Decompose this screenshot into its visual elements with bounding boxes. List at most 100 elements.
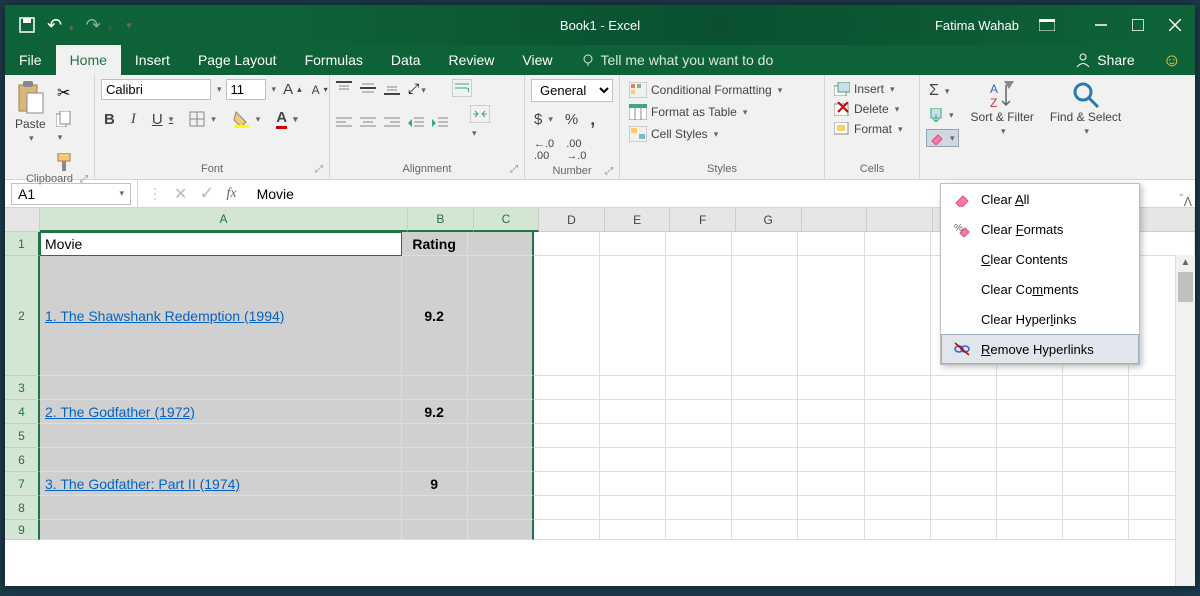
delete-cells-button[interactable]: Delete▾	[831, 101, 902, 117]
cell[interactable]	[468, 520, 534, 540]
cell[interactable]	[1063, 496, 1129, 520]
cell-styles-button[interactable]: Cell Styles▾	[626, 125, 721, 143]
clear-contents-item[interactable]: Clear Contents	[941, 244, 1139, 274]
cell[interactable]	[798, 496, 864, 520]
vertical-scrollbar[interactable]: ▲	[1175, 255, 1195, 586]
undo-icon[interactable]: ↶ ▾	[47, 15, 74, 36]
column-header[interactable]: C	[474, 208, 540, 232]
decrease-decimal-icon[interactable]: .00→.0	[563, 137, 589, 163]
increase-decimal-icon[interactable]: ←.0.00	[531, 137, 557, 163]
align-bottom-icon[interactable]	[384, 80, 400, 96]
cell[interactable]	[798, 376, 864, 400]
row-header[interactable]: 5	[5, 424, 40, 448]
chevron-down-icon[interactable]: ▾	[217, 84, 222, 95]
cell[interactable]	[600, 520, 666, 540]
tab-data[interactable]: Data	[377, 45, 435, 75]
cell[interactable]	[534, 232, 600, 256]
cell[interactable]	[997, 376, 1063, 400]
tab-home[interactable]: Home	[56, 45, 121, 75]
cell[interactable]	[402, 520, 468, 540]
cell[interactable]	[666, 496, 732, 520]
cell[interactable]	[865, 448, 931, 472]
italic-button[interactable]: I	[128, 110, 139, 129]
row-header[interactable]: 1	[5, 232, 40, 256]
cell[interactable]	[468, 496, 534, 520]
cell[interactable]	[600, 232, 666, 256]
number-format-combo[interactable]: General	[531, 79, 613, 102]
cell[interactable]	[732, 256, 798, 376]
cell[interactable]	[666, 472, 732, 496]
cell[interactable]: 9.2	[402, 400, 468, 424]
cell[interactable]	[732, 520, 798, 540]
percent-format-icon[interactable]: %	[562, 110, 581, 129]
cell[interactable]	[931, 472, 997, 496]
cell[interactable]	[732, 232, 798, 256]
cell[interactable]	[468, 424, 534, 448]
cell[interactable]	[468, 376, 534, 400]
clear-comments-item[interactable]: Clear Comments	[941, 274, 1139, 304]
maximize-icon[interactable]	[1132, 19, 1144, 31]
select-all-corner[interactable]	[5, 208, 40, 232]
share-button[interactable]: Share	[1061, 45, 1148, 75]
cell[interactable]	[997, 424, 1063, 448]
cell[interactable]	[865, 472, 931, 496]
comma-format-icon[interactable]: ,	[587, 108, 598, 131]
dialog-launcher-icon[interactable]: ⤢	[315, 164, 323, 175]
cell[interactable]	[666, 424, 732, 448]
cancel-icon[interactable]: ✕	[174, 184, 187, 204]
cell[interactable]	[534, 424, 600, 448]
cell[interactable]	[534, 376, 600, 400]
autosum-button[interactable]: Σ ▾	[926, 81, 952, 101]
tab-formulas[interactable]: Formulas	[291, 45, 377, 75]
align-top-icon[interactable]	[336, 80, 352, 96]
save-icon[interactable]	[19, 17, 35, 33]
cell[interactable]: 3. The Godfather: Part II (1974)	[40, 472, 402, 496]
cell[interactable]: Rating	[402, 232, 468, 256]
tab-insert[interactable]: Insert	[121, 45, 184, 75]
cell[interactable]	[402, 448, 468, 472]
row-header[interactable]: 4	[5, 400, 40, 424]
column-header[interactable]: F	[670, 208, 736, 232]
cell[interactable]	[865, 256, 931, 376]
dialog-launcher-icon[interactable]: ⤢	[510, 164, 518, 175]
cell[interactable]: 9.2	[402, 256, 468, 376]
conditional-formatting-button[interactable]: Conditional Formatting▾	[626, 81, 785, 99]
cell[interactable]	[402, 424, 468, 448]
column-header[interactable]	[802, 208, 868, 232]
column-header[interactable]: A	[40, 208, 408, 232]
cell[interactable]	[468, 232, 534, 256]
font-size-combo[interactable]	[226, 79, 266, 100]
cell[interactable]	[798, 232, 864, 256]
qat-customize-icon[interactable]: ▾	[126, 19, 132, 32]
cell[interactable]	[1063, 472, 1129, 496]
column-header[interactable]: B	[408, 208, 474, 232]
cell[interactable]	[600, 472, 666, 496]
cell[interactable]	[931, 520, 997, 540]
align-center-icon[interactable]	[360, 116, 376, 130]
decrease-indent-icon[interactable]	[408, 116, 424, 130]
copy-icon[interactable]: ▾	[56, 111, 72, 145]
cell[interactable]: 2. The Godfather (1972)	[40, 400, 402, 424]
cell[interactable]: 9	[402, 472, 468, 496]
sort-filter-button[interactable]: AZ Sort & Filter▾	[967, 79, 1038, 139]
dialog-launcher-icon[interactable]: ⤢	[80, 174, 88, 185]
enter-icon[interactable]: ✓	[199, 183, 214, 204]
cut-icon[interactable]: ✂	[57, 83, 70, 103]
cell[interactable]	[1063, 376, 1129, 400]
cell[interactable]	[534, 520, 600, 540]
dialog-launcher-icon[interactable]: ⤢	[605, 166, 613, 177]
column-header[interactable]: D	[539, 208, 605, 232]
row-header[interactable]: 2	[5, 256, 40, 376]
cell[interactable]	[600, 376, 666, 400]
cell[interactable]	[798, 256, 864, 376]
borders-button[interactable]: ▾	[186, 110, 219, 128]
cell[interactable]	[666, 400, 732, 424]
row-header[interactable]: 6	[5, 448, 40, 472]
cell[interactable]	[931, 496, 997, 520]
cell[interactable]	[40, 424, 402, 448]
cell[interactable]	[732, 448, 798, 472]
clear-formats-item[interactable]: % Clear Formats	[941, 214, 1139, 244]
cell[interactable]	[997, 400, 1063, 424]
cell[interactable]	[402, 376, 468, 400]
chevron-down-icon[interactable]: ▾	[119, 188, 124, 199]
